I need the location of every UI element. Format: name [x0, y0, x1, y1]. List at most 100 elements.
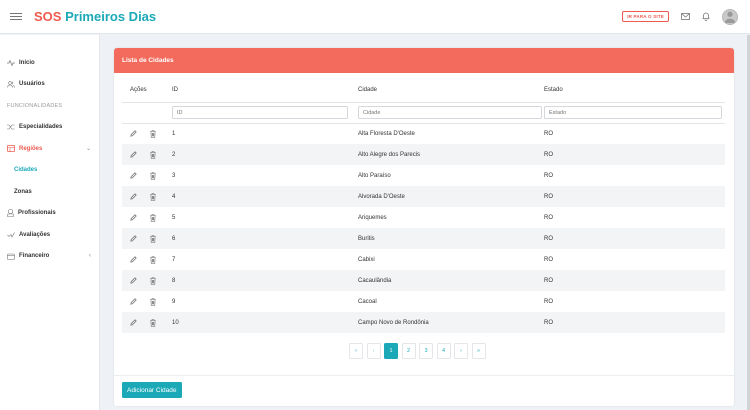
page-button-1[interactable]: 1 — [384, 343, 398, 359]
estado-filter-input[interactable] — [544, 106, 722, 119]
row-actions — [130, 129, 172, 138]
go-to-site-button[interactable]: IR PARA O SITE — [622, 11, 669, 22]
trash-icon[interactable] — [150, 297, 156, 306]
cell-id: 1 — [172, 130, 176, 137]
cell-cidade: Alta Floresta D'Oeste — [358, 130, 415, 137]
menu-toggle-icon[interactable] — [10, 13, 22, 20]
cell-id: 5 — [172, 214, 176, 221]
cell-estado: RO — [544, 130, 553, 137]
table-row[interactable]: 1 Alta Floresta D'Oeste RO — [122, 123, 725, 144]
user-avatar[interactable] — [722, 8, 738, 25]
sidebar-item-profissionais[interactable]: Profissionais — [0, 203, 99, 225]
sidebar-item-label: Usuários — [19, 81, 45, 88]
cidade-filter-input[interactable] — [358, 106, 542, 119]
table-row[interactable]: 9 Cacoal RO — [122, 291, 725, 312]
pagination: « ‹ 1 2 3 4 › » — [349, 343, 486, 359]
cell-id: 4 — [172, 186, 358, 207]
edit-icon[interactable] — [130, 193, 137, 200]
top-bar: SOS Primeiros Dias IR PARA O SITE — [0, 0, 750, 34]
brand-logo[interactable]: SOS Primeiros Dias — [34, 9, 156, 24]
add-city-button[interactable]: Adicionar Cidade — [122, 382, 182, 398]
edit-icon[interactable] — [130, 256, 137, 263]
cell-cidade: Alto Paraíso — [358, 172, 391, 179]
column-header-estado[interactable]: Estado — [544, 79, 725, 103]
card-title: Lista de Cidades — [114, 48, 734, 73]
edit-icon[interactable] — [130, 130, 137, 137]
id-filter-input[interactable] — [172, 106, 348, 119]
sidebar-item-financeiro[interactable]: Financeiro ‹ — [0, 246, 99, 268]
edit-icon[interactable] — [130, 277, 137, 284]
sidebar-item-label: Profissionais — [18, 210, 56, 217]
row-actions — [130, 150, 172, 159]
trash-icon[interactable] — [150, 318, 156, 327]
table-row[interactable]: 5 Ariquemes RO — [122, 207, 725, 228]
edit-icon[interactable] — [130, 214, 137, 221]
trash-icon[interactable] — [150, 171, 156, 180]
sidebar-item-inicio[interactable]: Início — [0, 52, 99, 74]
cell-cidade: Cacaulândia — [358, 270, 544, 291]
page-button-2[interactable]: 2 — [401, 343, 416, 359]
activity-icon — [7, 59, 15, 66]
edit-icon[interactable] — [130, 235, 137, 242]
table-row[interactable]: 2 Alto Alegre dos Parecis RO — [122, 144, 725, 165]
sidebar-item-regioes[interactable]: Regiões ⌄ — [0, 138, 99, 160]
cell-estado: RO — [544, 312, 725, 333]
edit-icon[interactable] — [130, 172, 137, 179]
row-actions — [130, 234, 172, 243]
sidebar-item-label: Regiões — [19, 145, 43, 152]
filter-row — [122, 102, 725, 124]
cell-cidade: Buritis — [358, 228, 544, 249]
table-row[interactable]: 4 Alvorada D'Oeste RO — [122, 186, 725, 207]
table-row[interactable]: 7 Cabixi RO — [122, 249, 725, 270]
sidebar-item-cidades[interactable]: Cidades — [0, 160, 99, 182]
trash-icon[interactable] — [150, 255, 156, 264]
trash-icon[interactable] — [150, 129, 156, 138]
table-row[interactable]: 6 Buritis RO — [122, 228, 725, 249]
sidebar-item-usuarios[interactable]: Usuários — [0, 74, 99, 96]
column-header-cidade[interactable]: Cidade — [358, 79, 544, 103]
cell-id: 9 — [172, 298, 176, 305]
cell-id: 7 — [172, 256, 176, 263]
sidebar-item-avaliacoes[interactable]: Avaliações — [0, 224, 99, 246]
trash-icon[interactable] — [150, 276, 156, 285]
cell-id: 3 — [172, 172, 176, 179]
next-page-button[interactable]: › — [454, 343, 468, 359]
trash-icon[interactable] — [150, 192, 156, 201]
column-header-id[interactable]: ID — [172, 79, 358, 103]
cell-cidade: Alvorada D'Oeste — [358, 186, 544, 207]
check-icon — [7, 232, 15, 238]
table-row[interactable]: 3 Alto Paraíso RO — [122, 165, 725, 186]
cell-id: 8 — [172, 270, 358, 291]
edit-icon[interactable] — [130, 298, 137, 305]
last-page-button[interactable]: » — [471, 343, 486, 359]
trash-icon[interactable] — [150, 213, 156, 222]
row-actions — [130, 318, 172, 327]
page-button-4[interactable]: 4 — [436, 343, 451, 359]
edit-icon[interactable] — [130, 151, 137, 158]
brand-rest: Primeiros Dias — [65, 9, 157, 24]
map-icon — [7, 145, 15, 153]
cell-cidade: Cacoal — [358, 298, 377, 305]
table-row[interactable]: 10 Campo Novo de Rondônia RO — [122, 312, 725, 333]
row-actions — [130, 171, 172, 180]
table-row[interactable]: 8 Cacaulândia RO — [122, 270, 725, 291]
cell-estado: RO — [544, 298, 553, 305]
trash-icon[interactable] — [150, 150, 156, 159]
page-button-3[interactable]: 3 — [419, 343, 433, 359]
row-actions — [130, 213, 172, 222]
chevron-left-icon: ‹ — [89, 253, 91, 260]
edit-icon[interactable] — [130, 319, 137, 326]
trash-icon[interactable] — [150, 234, 156, 243]
bell-icon[interactable] — [702, 12, 710, 21]
brand-first: SOS — [34, 9, 62, 24]
cell-estado: RO — [544, 144, 725, 165]
chevron-down-icon: ⌄ — [85, 146, 91, 153]
first-page-button[interactable]: « — [349, 343, 363, 359]
row-actions — [130, 192, 172, 201]
mail-icon[interactable] — [681, 13, 690, 20]
cell-estado: RO — [544, 256, 553, 263]
sidebar-item-especialidades[interactable]: Especialidades — [0, 117, 99, 139]
prev-page-button[interactable]: ‹ — [366, 343, 381, 359]
sidebar-item-zonas[interactable]: Zonas — [0, 181, 99, 203]
column-header-acoes: Ações — [122, 79, 172, 103]
